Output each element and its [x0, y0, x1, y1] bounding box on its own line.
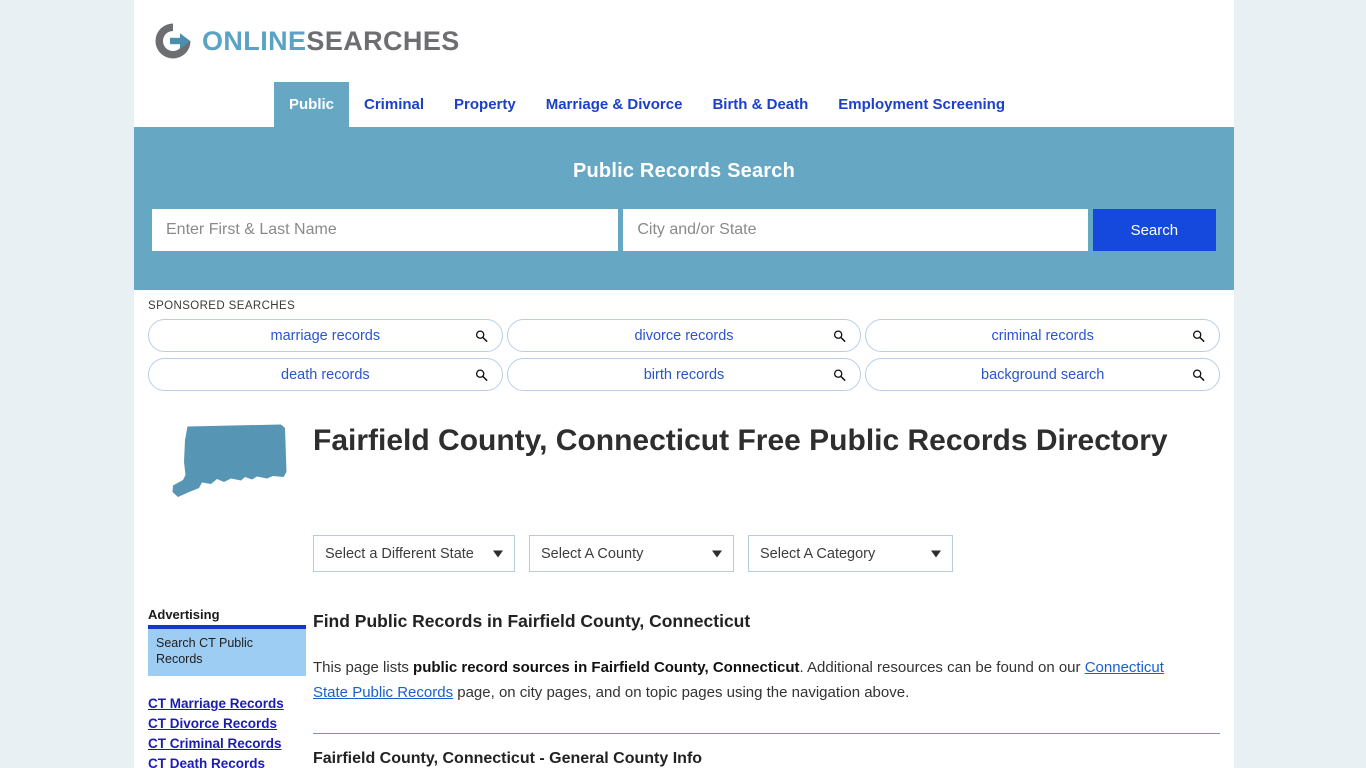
state-map-container	[148, 414, 313, 507]
county-select-label: Select A County	[541, 545, 644, 562]
tab-marriage-divorce[interactable]: Marriage & Divorce	[531, 82, 698, 127]
search-icon	[475, 368, 488, 381]
intro-text-bold: public record sources in Fairfield Count…	[413, 659, 800, 676]
sidebar: Advertising Search CT Public Records CT …	[148, 507, 313, 768]
intro-text-mid: . Additional resources can be found on o…	[799, 659, 1085, 676]
sponsored-pill-criminal-records[interactable]: criminal records	[865, 319, 1221, 352]
category-select-label: Select A Category	[760, 545, 876, 562]
page-container: ONLINESEARCHES Public Criminal Property …	[134, 0, 1234, 768]
sponsored-row-1: marriage records divorce records crimina…	[148, 319, 1221, 352]
logo-word-online: ONLINE	[202, 25, 307, 56]
chevron-down-icon	[493, 550, 503, 557]
sponsored-pill-label: death records	[281, 366, 370, 383]
ad-search-ct-public-records[interactable]: Search CT Public Records	[148, 625, 306, 676]
intro-text-post: page, on city pages, and on topic pages …	[453, 683, 910, 701]
logo-word-searches: SEARCHES	[306, 25, 460, 56]
circle-arrow-icon	[155, 23, 191, 59]
sponsored-searches: SPONSORED SEARCHES marriage records divo…	[134, 290, 1234, 391]
search-panel-title: Public Records Search	[572, 160, 796, 182]
search-icon	[1192, 329, 1205, 342]
search-icon	[834, 329, 846, 342]
tab-criminal[interactable]: Criminal	[349, 82, 439, 127]
filter-controls: Select a Different State Select A County…	[313, 535, 1220, 572]
sidebar-link-ct-death-records[interactable]: CT Death Records	[148, 754, 313, 768]
sponsored-pill-label: marriage records	[270, 327, 381, 344]
sidebar-link-ct-criminal-records[interactable]: CT Criminal Records	[148, 734, 313, 754]
page-header: Fairfield County, Connecticut Free Publi…	[134, 397, 1234, 507]
public-records-search-panel: Public Records Search Search	[134, 127, 1234, 290]
page-title: Fairfield County, Connecticut Free Publi…	[313, 424, 1168, 457]
location-search-input[interactable]	[623, 209, 1088, 251]
tab-public[interactable]: Public	[274, 82, 350, 127]
main-content: Select a Different State Select A County…	[313, 507, 1220, 768]
content-divider	[313, 732, 1220, 734]
tab-property[interactable]: Property	[439, 82, 531, 127]
subsection-heading: Fairfield County, Connecticut - General …	[313, 749, 703, 767]
sponsored-pill-birth-records[interactable]: birth records	[506, 358, 862, 391]
tab-employment-screening[interactable]: Employment Screening	[823, 82, 1020, 127]
sponsored-row-2: death records birth records background s…	[148, 358, 1221, 391]
sponsored-pill-background-search[interactable]: background search	[865, 358, 1221, 391]
search-icon	[834, 368, 846, 381]
search-icon	[1192, 368, 1205, 381]
name-search-input[interactable]	[152, 209, 619, 251]
state-select[interactable]: Select a Different State	[313, 535, 515, 572]
sidebar-link-ct-divorce-records[interactable]: CT Divorce Records	[148, 714, 313, 734]
sidebar-links: CT Marriage Records CT Divorce Records C…	[148, 694, 313, 768]
search-form: Search	[152, 209, 1216, 251]
sponsored-pill-label: birth records	[643, 366, 725, 383]
sponsored-pill-death-records[interactable]: death records	[148, 358, 503, 391]
tab-birth-death[interactable]: Birth & Death	[697, 82, 823, 127]
sponsored-pill-label: divorce records	[634, 327, 734, 344]
sponsored-pill-marriage-records[interactable]: marriage records	[148, 319, 503, 352]
state-select-label: Select a Different State	[325, 545, 474, 562]
search-button[interactable]: Search	[1092, 209, 1216, 251]
sponsored-pill-label: criminal records	[991, 327, 1094, 344]
logo-wordmark: ONLINESEARCHES	[202, 26, 460, 57]
site-logo[interactable]: ONLINESEARCHES	[134, 0, 1234, 82]
chevron-down-icon	[712, 550, 722, 557]
intro-text-pre: This page lists	[313, 659, 414, 676]
sponsored-pill-label: background search	[981, 366, 1105, 383]
chevron-down-icon	[931, 550, 941, 557]
main-navigation: Public Criminal Property Marriage & Divo…	[134, 82, 1234, 127]
category-select[interactable]: Select A Category	[748, 535, 953, 572]
county-select[interactable]: Select A County	[529, 535, 734, 572]
sidebar-link-ct-marriage-records[interactable]: CT Marriage Records	[148, 694, 313, 714]
section-heading: Find Public Records in Fairfield County,…	[313, 611, 751, 631]
connecticut-state-icon	[172, 424, 287, 497]
sponsored-pill-divorce-records[interactable]: divorce records	[506, 319, 862, 352]
intro-paragraph: This page lists public record sources in…	[313, 656, 1193, 706]
page-body: Advertising Search CT Public Records CT …	[134, 507, 1234, 768]
search-icon	[475, 329, 488, 342]
sponsored-searches-label: SPONSORED SEARCHES	[148, 300, 296, 312]
advertising-label: Advertising	[148, 607, 220, 622]
